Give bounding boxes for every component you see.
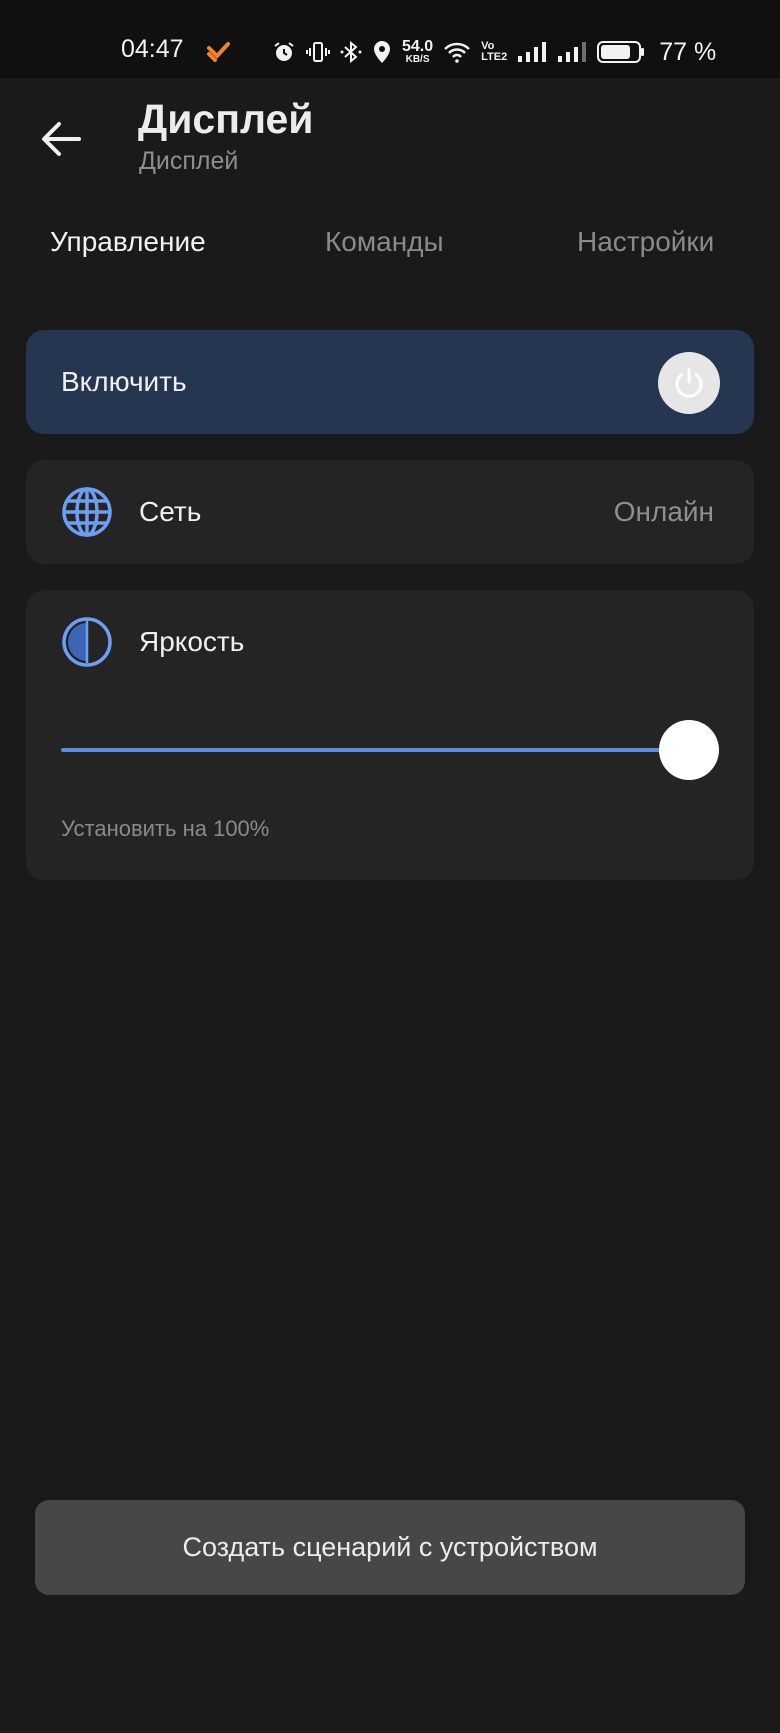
power-card[interactable]: Включить [26,330,754,434]
brightness-slider-thumb[interactable] [659,720,719,780]
network-speed: 54.0 KB/S [402,38,434,65]
network-status: Онлайн [613,496,714,527]
tab-commands[interactable]: Команды [325,226,444,258]
signal-icon [557,41,587,63]
app-notification-icon [206,40,232,62]
brightness-card: Яркость Установить на 100% [26,590,754,880]
power-button[interactable] [658,352,720,414]
tab-bar: Управление Команды Настройки [0,226,780,270]
brightness-slider-track[interactable] [61,748,691,752]
brightness-icon [62,617,112,667]
brightness-hint: Установить на 100% [61,816,270,841]
bluetooth-icon [340,40,362,64]
battery-icon [597,40,645,64]
back-button[interactable] [34,112,88,166]
network-card: Сеть Онлайн [26,460,754,564]
location-icon [372,40,392,64]
page-subtitle: Дисплей [139,147,239,175]
vibrate-icon [306,40,330,64]
power-label: Включить [61,366,187,397]
arrow-left-icon [42,122,81,156]
page-title: Дисплей [138,96,314,142]
network-label: Сеть [139,496,202,527]
wifi-icon [443,41,471,63]
power-icon [675,367,703,398]
status-bar: 04:47 54.0 KB/S Vo LTE2 77 % [0,0,780,78]
alarm-icon [272,40,296,64]
signal-icon [517,41,547,63]
globe-icon [62,487,112,537]
create-scenario-button[interactable]: Создать сценарий с устройством [35,1500,745,1595]
battery-percent: 77 % [659,37,717,66]
status-icons: 54.0 KB/S Vo LTE2 77 % [272,36,716,68]
status-time: 04:47 [121,35,184,63]
tab-control[interactable]: Управление [50,226,206,258]
volte-indicator: Vo LTE2 [481,40,508,63]
brightness-label: Яркость [139,626,245,657]
tab-settings[interactable]: Настройки [577,226,714,258]
